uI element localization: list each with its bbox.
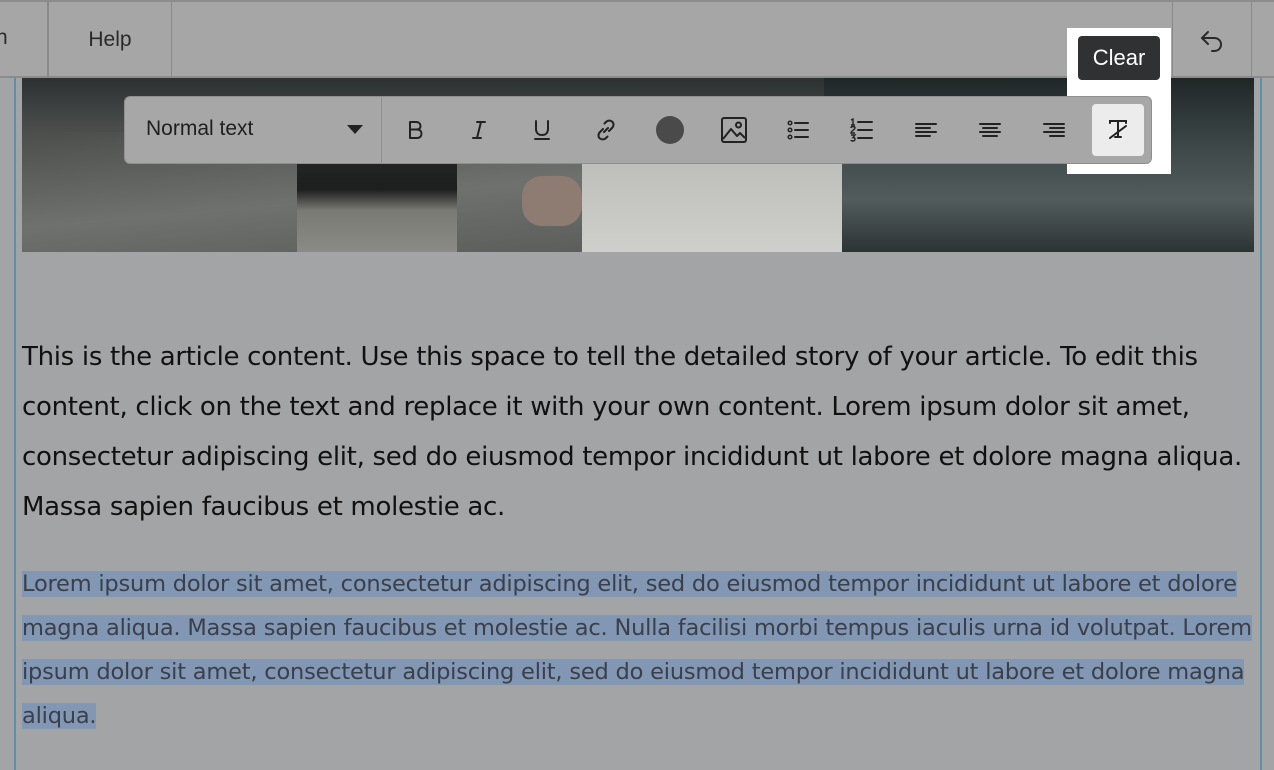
image-icon [721, 117, 747, 143]
align-center-icon [979, 123, 1001, 137]
text-style-dropdown[interactable]: Normal text [125, 97, 382, 163]
chevron-down-icon [347, 125, 363, 134]
align-right-icon [1043, 123, 1065, 137]
menu-tab-help[interactable]: Help [48, 2, 172, 78]
menu-tab-partial[interactable]: n [0, 2, 48, 78]
align-left-button[interactable] [904, 108, 948, 152]
italic-button[interactable] [457, 108, 501, 152]
align-center-button[interactable] [968, 108, 1012, 152]
clear-formatting-icon [1109, 120, 1127, 139]
align-left-icon [915, 123, 937, 137]
menu-tab-partial-label: n [0, 26, 8, 49]
undo-button[interactable] [1172, 2, 1252, 78]
text-color-button[interactable] [648, 108, 692, 152]
undo-icon [1201, 31, 1223, 52]
underline-icon [534, 120, 550, 140]
selected-text: Lorem ipsum dolor sit amet, consectetur … [22, 571, 1252, 729]
align-right-button[interactable] [1032, 108, 1076, 152]
formatting-toolbar: Normal text [124, 96, 1152, 164]
article-paragraph-2-selected[interactable]: Lorem ipsum dolor sit amet, consectetur … [22, 562, 1254, 738]
color-circle-icon [656, 116, 684, 144]
clear-formatting-button[interactable] [1092, 104, 1144, 156]
link-button[interactable] [584, 108, 628, 152]
numbered-list-icon [850, 117, 873, 142]
bold-button[interactable] [393, 108, 437, 152]
link-icon [597, 119, 615, 141]
bold-icon [409, 121, 423, 139]
bulleted-list-icon [787, 120, 809, 140]
article-paragraph-1[interactable]: This is the article content. Use this sp… [22, 332, 1254, 532]
underline-button[interactable] [520, 108, 564, 152]
numbered-list-button[interactable] [839, 108, 883, 152]
bulleted-list-button[interactable] [776, 108, 820, 152]
italic-icon [472, 121, 486, 139]
insert-image-button[interactable] [712, 108, 756, 152]
text-style-value: Normal text [146, 117, 254, 140]
clear-tooltip: Clear [1078, 36, 1160, 80]
